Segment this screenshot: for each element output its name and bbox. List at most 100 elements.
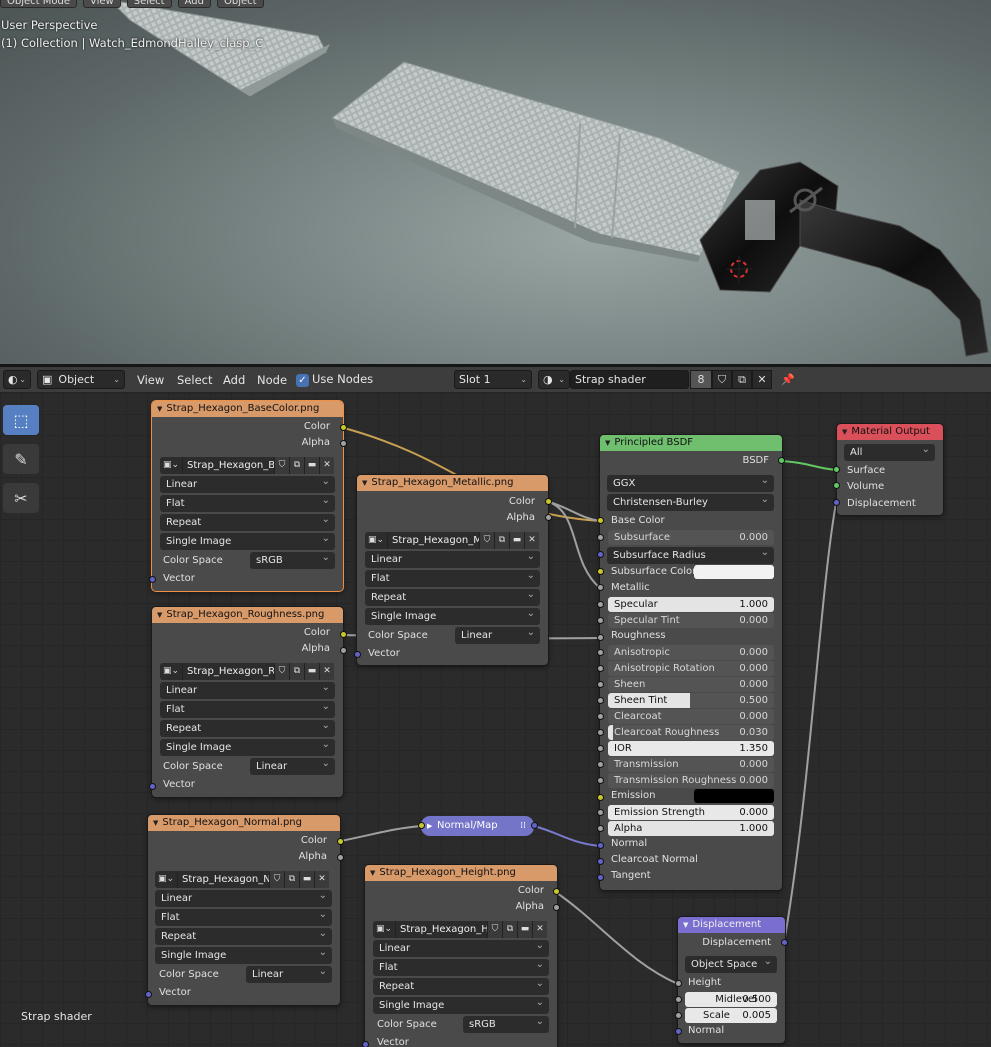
collapse-triangle-icon[interactable]: ▼ (157, 611, 162, 619)
socket-input-emission-strength[interactable] (597, 809, 604, 816)
fake-user-icon[interactable]: ⛉ (487, 921, 502, 938)
projection-dropdown[interactable]: Flat (365, 570, 540, 587)
socket-output-alpha[interactable] (553, 904, 560, 911)
close-icon[interactable]: ✕ (532, 921, 547, 938)
view-menu[interactable]: View (83, 0, 121, 8)
image-icon[interactable]: ▣⌄ (155, 871, 177, 888)
links-cut-tool-icon[interactable]: ✂ (3, 483, 39, 513)
image-name[interactable]: Strap_Hexagon_M... (387, 532, 479, 549)
color-space-dropdown[interactable]: Linear (246, 966, 332, 983)
node-principled-bsdf[interactable]: ▼ Principled BSDF BSDF GGX Christensen-Bu… (600, 435, 782, 890)
select-menu[interactable]: Select (177, 373, 212, 387)
subsurface-color-swatch[interactable] (694, 565, 774, 579)
duplicate-icon[interactable]: ⧉ (289, 663, 304, 680)
duplicate-icon[interactable]: ⧉ (494, 532, 509, 549)
interpolation-dropdown[interactable]: Linear (373, 940, 549, 957)
socket-output-bsdf[interactable] (778, 457, 785, 464)
node-height-texture[interactable]: ▼ Strap_Hexagon_Height.png Color Alpha ▣⌄… (365, 865, 557, 1047)
anisotropic-rotation-field[interactable]: Anisotropic Rotation 0.000 (608, 661, 774, 676)
socket-input-ior[interactable] (597, 745, 604, 752)
emission-strength-field[interactable]: Emission Strength 0.000 (608, 805, 774, 820)
subsurface-method-dropdown[interactable]: Christensen-Burley (607, 494, 774, 511)
slot-dropdown[interactable]: Slot 1 ⌄ (454, 370, 532, 389)
sheen-field[interactable]: Sheen 0.000 (608, 677, 774, 692)
add-menu[interactable]: Add (177, 0, 211, 8)
projection-dropdown[interactable]: Flat (155, 909, 332, 926)
image-icon[interactable]: ▣⌄ (160, 663, 182, 680)
socket-input-alpha[interactable] (597, 825, 604, 832)
node-header[interactable]: ▼ Strap_Hexagon_Normal.png (148, 815, 340, 831)
socket-input-sheen-tint[interactable] (597, 697, 604, 704)
image-icon[interactable]: ▣⌄ (373, 921, 395, 938)
socket-input-base-color[interactable] (597, 517, 604, 524)
fake-user-icon[interactable]: ⛉ (274, 457, 289, 474)
extension-dropdown[interactable]: Repeat (160, 514, 335, 531)
projection-dropdown[interactable]: Flat (160, 495, 335, 512)
node-normal-map[interactable]: ▶ Normal/Map ⁞⁞ (421, 816, 534, 836)
node-normal-texture[interactable]: ▼ Strap_Hexagon_Normal.png Color Alpha ▣⌄… (148, 815, 340, 1005)
image-selector[interactable]: ▣⌄ Strap_Hexagon_Ro... ⛉ ⧉ ▬ ✕ (160, 663, 334, 680)
emission-color-swatch[interactable] (694, 789, 774, 803)
socket-output-displacement[interactable] (781, 939, 788, 946)
clearcoat-field[interactable]: Clearcoat 0.000 (608, 709, 774, 724)
socket-output-alpha[interactable] (340, 647, 347, 654)
source-dropdown[interactable]: Single Image (155, 947, 332, 964)
color-space-dropdown[interactable]: sRGB (250, 552, 335, 569)
socket-input-emission[interactable] (597, 794, 604, 801)
socket-input-anisotropic-rotation[interactable] (597, 665, 604, 672)
socket-input-surface[interactable] (833, 466, 840, 473)
socket-input-anisotropic[interactable] (597, 649, 604, 656)
open-folder-icon[interactable]: ▬ (299, 871, 314, 888)
image-icon[interactable]: ▣⌄ (365, 532, 387, 549)
extension-dropdown[interactable]: Repeat (160, 720, 335, 737)
clearcoat-roughness-field[interactable]: Clearcoat Roughness 0.030 (608, 725, 774, 740)
socket-input-vector[interactable] (354, 651, 361, 658)
image-name[interactable]: Strap_Hexagon_Ro... (182, 663, 274, 680)
source-dropdown[interactable]: Single Image (373, 997, 549, 1014)
collapse-triangle-icon[interactable]: ▶ (427, 816, 432, 836)
select-menu[interactable]: Select (126, 0, 172, 8)
socket-input-vector[interactable] (149, 783, 156, 790)
specular-field[interactable]: Specular 1.000 (608, 597, 774, 612)
node-header[interactable]: ▼ Material Output (837, 424, 943, 440)
duplicate-icon[interactable]: ⧉ (502, 921, 517, 938)
interpolation-dropdown[interactable]: Linear (365, 551, 540, 568)
socket-input-clearcoat-normal[interactable] (597, 858, 604, 865)
projection-dropdown[interactable]: Flat (160, 701, 335, 718)
node-header[interactable]: ▼ Principled BSDF (600, 435, 782, 451)
socket-input-normal[interactable] (597, 842, 604, 849)
distribution-dropdown[interactable]: GGX (607, 475, 774, 492)
collapse-triangle-icon[interactable]: ▼ (842, 428, 847, 436)
fake-user-shield-icon[interactable]: ⛉ (712, 370, 732, 389)
fake-user-icon[interactable]: ⛉ (479, 532, 494, 549)
interpolation-dropdown[interactable]: Linear (160, 682, 335, 699)
socket-output-color[interactable] (553, 888, 560, 895)
specular-tint-field[interactable]: Specular Tint 0.000 (608, 613, 774, 628)
source-dropdown[interactable]: Single Image (160, 533, 335, 550)
socket-output-color[interactable] (337, 838, 344, 845)
socket-input-specular[interactable] (597, 601, 604, 608)
node-basecolor-texture[interactable]: ▼ Strap_Hexagon_BaseColor.png Color Alpha… (152, 401, 343, 591)
source-dropdown[interactable]: Single Image (160, 739, 335, 756)
socket-input-height[interactable] (675, 980, 682, 987)
color-space-dropdown[interactable]: Linear (250, 758, 335, 775)
image-selector[interactable]: ▣⌄ Strap_Hexagon_M... ⛉ ⧉ ▬ ✕ (365, 532, 539, 549)
socket-output-color[interactable] (340, 631, 347, 638)
3d-viewport[interactable]: Object Mode View Select Add Object User … (0, 0, 991, 364)
scale-field[interactable]: Scale 0.005 (685, 1008, 777, 1023)
view-menu[interactable]: View (137, 373, 164, 387)
duplicate-material-icon[interactable]: ⧉ (732, 370, 752, 389)
socket-input-tangent[interactable] (597, 874, 604, 881)
socket-input-clearcoat-roughness[interactable] (597, 729, 604, 736)
interpolation-dropdown[interactable]: Linear (160, 476, 335, 493)
socket-input-metallic[interactable] (597, 584, 604, 591)
socket-input-displacement[interactable] (833, 499, 840, 506)
color-space-dropdown[interactable]: sRGB (463, 1016, 549, 1033)
shader-editor[interactable]: ◐ ⌄ ▣ Object ⌄ View Select Add Node ✓ Use … (0, 364, 991, 1047)
socket-input-vector[interactable] (145, 991, 152, 998)
socket-input-vector[interactable] (362, 1041, 369, 1047)
node-menu[interactable]: Node (257, 373, 287, 387)
extension-dropdown[interactable]: Repeat (155, 928, 332, 945)
fake-user-icon[interactable]: ⛉ (269, 871, 284, 888)
socket-input-clearcoat[interactable] (597, 713, 604, 720)
